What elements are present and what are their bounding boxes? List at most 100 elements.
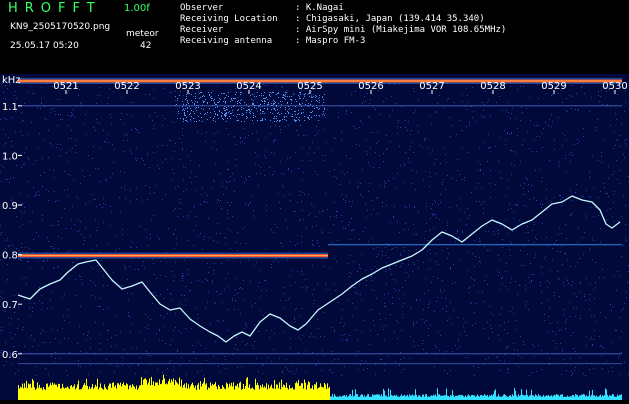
level-bar	[505, 394, 506, 400]
level-bar	[337, 396, 338, 400]
level-bar	[202, 383, 203, 400]
y-tick-label: 0.9	[2, 201, 18, 212]
level-bar	[425, 394, 426, 400]
level-bar	[224, 388, 225, 400]
level-bar	[508, 396, 509, 400]
level-bar	[34, 387, 35, 400]
level-bar	[52, 382, 53, 400]
level-bar	[205, 384, 206, 400]
level-bar	[391, 394, 392, 400]
level-bar	[396, 394, 397, 400]
level-bar	[82, 387, 83, 400]
level-bar	[59, 383, 60, 400]
level-bar	[348, 396, 349, 400]
level-bar	[285, 387, 286, 400]
level-bar	[65, 387, 66, 400]
level-bar	[213, 384, 214, 400]
level-bar	[93, 388, 94, 400]
level-bar	[223, 386, 224, 400]
level-bar	[364, 395, 365, 400]
level-bar	[514, 388, 515, 400]
level-bar	[156, 382, 157, 400]
level-bar	[191, 384, 192, 400]
level-bar	[477, 394, 478, 400]
level-bar	[43, 387, 44, 400]
level-bar	[498, 394, 499, 400]
lower-carrier-line	[18, 252, 328, 259]
y-unit-label: kHz	[2, 75, 21, 86]
level-bar	[283, 384, 284, 400]
level-bar	[232, 386, 233, 400]
level-bar	[141, 376, 142, 400]
level-bar	[474, 395, 475, 400]
level-bar	[203, 382, 204, 400]
level-bar	[238, 387, 239, 400]
level-bar	[311, 388, 312, 400]
level-bar	[583, 394, 584, 400]
level-bar	[472, 394, 473, 400]
level-bar	[163, 374, 164, 400]
level-bar	[374, 394, 375, 400]
level-bar	[155, 382, 156, 400]
level-bar	[258, 385, 259, 400]
level-bar	[20, 386, 21, 400]
level-bar	[129, 385, 130, 400]
level-bar	[307, 384, 308, 400]
level-bar	[559, 396, 560, 400]
level-bar	[473, 395, 474, 400]
level-bar	[303, 388, 304, 400]
level-bar	[98, 389, 99, 400]
level-bar	[254, 389, 255, 400]
level-bar	[442, 395, 443, 400]
level-bar	[487, 394, 488, 400]
level-bar	[555, 395, 556, 400]
level-bar	[274, 380, 275, 400]
level-bar	[44, 388, 45, 400]
info-label: Receiving Location	[180, 14, 278, 24]
level-bar	[92, 383, 93, 400]
level-bar	[614, 396, 615, 400]
level-bar	[470, 396, 471, 400]
level-bar	[53, 384, 54, 400]
info-label: Receiver	[180, 25, 224, 35]
level-bar	[353, 396, 354, 400]
level-bar	[378, 394, 379, 400]
level-bar	[356, 394, 357, 400]
level-bar	[268, 384, 269, 400]
level-bar	[621, 394, 622, 400]
level-bar	[355, 389, 356, 400]
level-bar	[190, 386, 191, 400]
level-bar	[484, 394, 485, 400]
level-bar	[41, 387, 42, 400]
level-bar	[187, 388, 188, 400]
level-bar	[413, 395, 414, 400]
level-bar	[103, 389, 104, 400]
level-bar	[485, 395, 486, 400]
level-bar	[609, 395, 610, 400]
level-bar	[618, 395, 619, 400]
level-bar	[162, 380, 163, 400]
meteor-label: meteor	[126, 29, 159, 39]
level-bar	[379, 394, 380, 400]
level-bar	[275, 388, 276, 400]
level-bar	[340, 396, 341, 400]
level-bar	[575, 394, 576, 400]
level-bar	[325, 384, 326, 400]
level-bar	[293, 389, 294, 400]
filename-label: KN9_2505170520.png	[10, 22, 111, 32]
level-bar	[549, 396, 550, 400]
level-bar	[78, 380, 79, 400]
level-bar	[532, 395, 533, 400]
level-bar	[521, 389, 522, 400]
level-bar	[51, 385, 52, 400]
level-bar	[361, 394, 362, 400]
level-bar	[209, 388, 210, 400]
level-bar	[199, 389, 200, 400]
level-bar	[198, 383, 199, 400]
level-bar	[380, 395, 381, 400]
level-bar	[159, 379, 160, 400]
level-bar	[328, 388, 329, 400]
level-bar	[33, 380, 34, 400]
level-bar	[335, 395, 336, 400]
level-bar	[32, 378, 33, 400]
